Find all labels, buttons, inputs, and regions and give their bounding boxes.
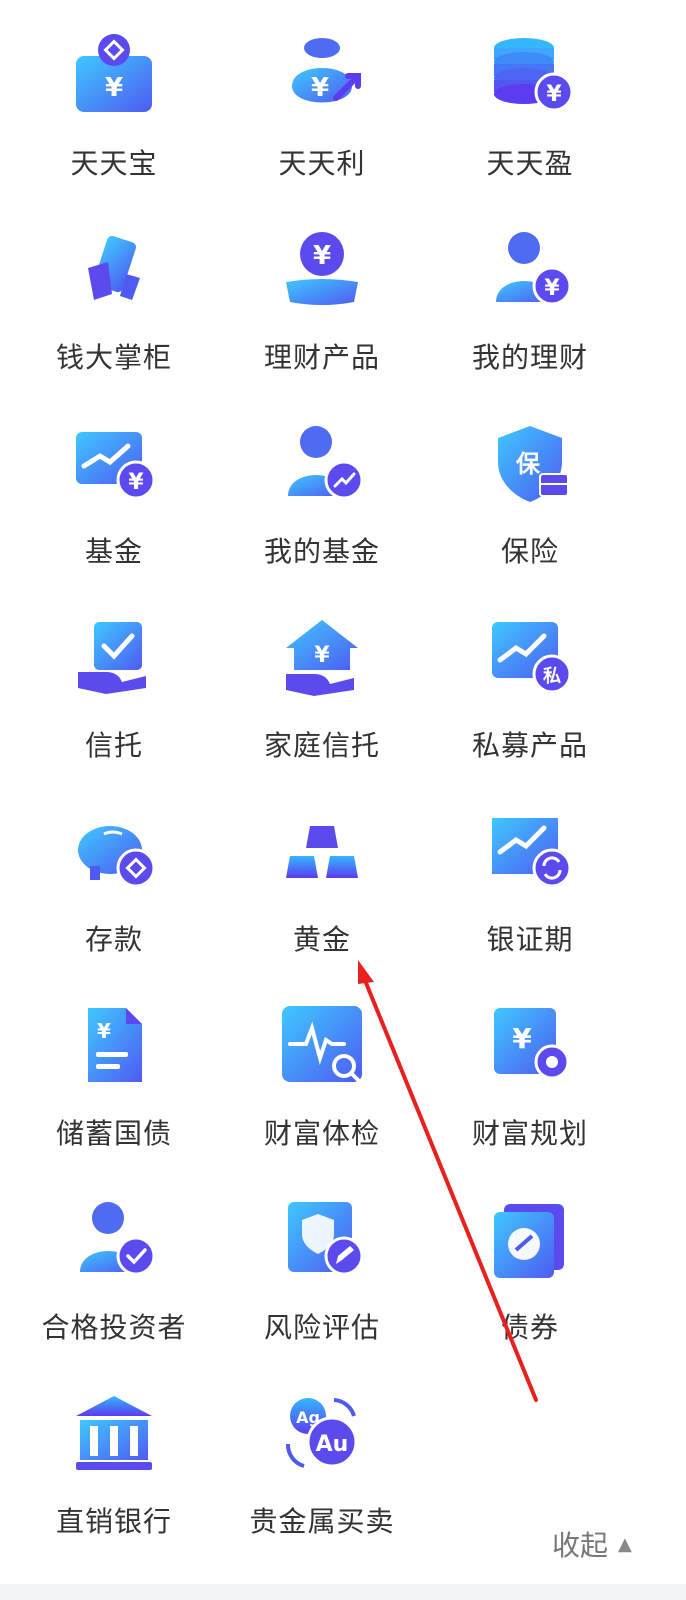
menu-item-label: 财富体检 bbox=[263, 1117, 380, 1150]
menu-item-fengxian-pinggu[interactable]: 风险评估 bbox=[208, 1164, 436, 1362]
menu-item-label: 天天宝 bbox=[70, 147, 158, 180]
menu-item-hege-touzizhe[interactable]: 合格投资者 bbox=[0, 1164, 228, 1362]
menu-item-caifu-guihua[interactable]: ¥ 财富规划 bbox=[416, 970, 644, 1168]
svg-text:¥: ¥ bbox=[544, 276, 560, 301]
coin-stack-yuan-icon: ¥ bbox=[494, 38, 574, 112]
menu-item-label: 天天盈 bbox=[486, 147, 574, 180]
svg-text:¥: ¥ bbox=[128, 470, 144, 495]
menu-item-label: 家庭信托 bbox=[263, 729, 380, 762]
menu-item-label: 债券 bbox=[500, 1311, 559, 1344]
svg-text:¥: ¥ bbox=[314, 643, 330, 668]
menu-item-tiantianli[interactable]: ¥ 天天利 bbox=[208, 0, 436, 198]
menu-item-qiandazhanggui[interactable]: 钱大掌柜 bbox=[0, 194, 228, 392]
trend-chart-yuan-icon: ¥ bbox=[76, 432, 156, 500]
menu-item-jiating-xintuo[interactable]: ¥ 家庭信托 bbox=[208, 582, 436, 780]
menu-item-wode-jijin[interactable]: 我的基金 bbox=[208, 388, 436, 586]
svg-text:Au: Au bbox=[316, 1432, 349, 1457]
menu-item-baoxian[interactable]: 保 保险 bbox=[416, 388, 644, 586]
svg-text:保: 保 bbox=[515, 450, 541, 478]
yuan-gear-icon: ¥ bbox=[494, 1008, 570, 1080]
menu-item-zhixiao-yinhang[interactable]: 直销银行 bbox=[0, 1358, 228, 1556]
menu-item-label: 银证期 bbox=[486, 923, 574, 956]
svg-text:私: 私 bbox=[543, 666, 561, 687]
menu-item-label: 天天利 bbox=[278, 147, 366, 180]
svg-text:¥: ¥ bbox=[311, 73, 329, 103]
menu-item-label: 贵金属买卖 bbox=[249, 1505, 395, 1538]
shield-bao-icon: 保 bbox=[498, 426, 569, 502]
svg-text:¥: ¥ bbox=[313, 241, 331, 271]
yuan-in-hand-icon: ¥ bbox=[286, 232, 358, 305]
menu-item-caifu-tijian[interactable]: 财富体检 bbox=[208, 970, 436, 1168]
card-in-hand-icon bbox=[88, 235, 140, 300]
menu-item-label: 理财产品 bbox=[263, 341, 380, 374]
user-yuan-icon: ¥ bbox=[496, 232, 572, 306]
shield-pen-icon bbox=[288, 1202, 364, 1276]
menu-item-label: 我的基金 bbox=[263, 535, 380, 568]
menu-item-label: 基金 bbox=[84, 535, 143, 568]
collapse-button[interactable]: 收起 ▲ bbox=[552, 1524, 632, 1564]
gold-bars-icon bbox=[286, 826, 358, 878]
menu-item-zhaiquan[interactable]: 债券 bbox=[416, 1164, 644, 1362]
menu-item-tiantianbao[interactable]: ¥ 天天宝 bbox=[0, 0, 228, 198]
menu-item-wode-licai[interactable]: ¥ 我的理财 bbox=[416, 194, 644, 392]
caret-up-icon: ▲ bbox=[618, 1533, 632, 1555]
menu-item-label: 保险 bbox=[500, 535, 559, 568]
menu-item-jijin[interactable]: ¥ 基金 bbox=[0, 388, 228, 586]
bond-card-icon bbox=[494, 1204, 564, 1278]
menu-item-label: 直销银行 bbox=[55, 1505, 172, 1538]
user-trend-icon bbox=[288, 426, 364, 500]
check-in-hand-icon bbox=[78, 622, 146, 694]
menu-item-xintuo[interactable]: 信托 bbox=[0, 582, 228, 780]
bank-building-icon bbox=[76, 1396, 152, 1470]
menu-item-licai-chanpin[interactable]: ¥ 理财产品 bbox=[208, 194, 436, 392]
menu-item-yinzhengqi[interactable]: 银证期 bbox=[416, 776, 644, 974]
collapse-label: 收起 bbox=[552, 1529, 609, 1562]
menu-item-guijinshu-maimai[interactable]: Ag Au 贵金属买卖 bbox=[208, 1358, 436, 1556]
trend-exchange-icon bbox=[492, 818, 572, 888]
menu-item-label: 合格投资者 bbox=[41, 1311, 187, 1344]
svg-text:¥: ¥ bbox=[97, 1019, 111, 1043]
bond-document-icon: ¥ bbox=[88, 1008, 142, 1082]
menu-item-label: 风险评估 bbox=[263, 1311, 380, 1344]
menu-item-chuxu-guozhai[interactable]: ¥ 储蓄国债 bbox=[0, 970, 228, 1168]
menu-item-simu-chanpin[interactable]: 私 私募产品 bbox=[416, 582, 644, 780]
bottom-divider bbox=[0, 1584, 686, 1600]
user-check-icon bbox=[80, 1202, 156, 1276]
house-yuan-hand-icon: ¥ bbox=[286, 620, 358, 696]
menu-item-cunkuan[interactable]: 存款 bbox=[0, 776, 228, 974]
menu-item-label: 私募产品 bbox=[471, 729, 588, 762]
menu-item-label: 信托 bbox=[84, 729, 143, 762]
money-bag-icon: ¥ bbox=[292, 38, 361, 103]
svg-text:¥: ¥ bbox=[512, 1022, 532, 1055]
menu-item-label: 钱大掌柜 bbox=[55, 341, 172, 374]
menu-item-label: 财富规划 bbox=[471, 1117, 588, 1150]
health-check-icon bbox=[282, 1006, 362, 1084]
ag-au-exchange-icon: Ag Au bbox=[286, 1398, 358, 1468]
menu-item-label: 我的理财 bbox=[471, 341, 588, 374]
menu-item-huangjin[interactable]: 黄金 bbox=[208, 776, 436, 974]
safe-box-yuan-icon: ¥ bbox=[76, 34, 152, 112]
menu-item-tiantianying[interactable]: ¥ 天天盈 bbox=[416, 0, 644, 198]
piggy-bank-icon bbox=[78, 826, 156, 888]
svg-text:¥: ¥ bbox=[546, 82, 562, 107]
svg-text:¥: ¥ bbox=[105, 73, 123, 103]
trend-private-icon: 私 bbox=[492, 622, 572, 694]
menu-item-label: 储蓄国债 bbox=[55, 1117, 172, 1150]
menu-item-label: 黄金 bbox=[292, 923, 351, 956]
menu-item-label: 存款 bbox=[84, 923, 143, 956]
